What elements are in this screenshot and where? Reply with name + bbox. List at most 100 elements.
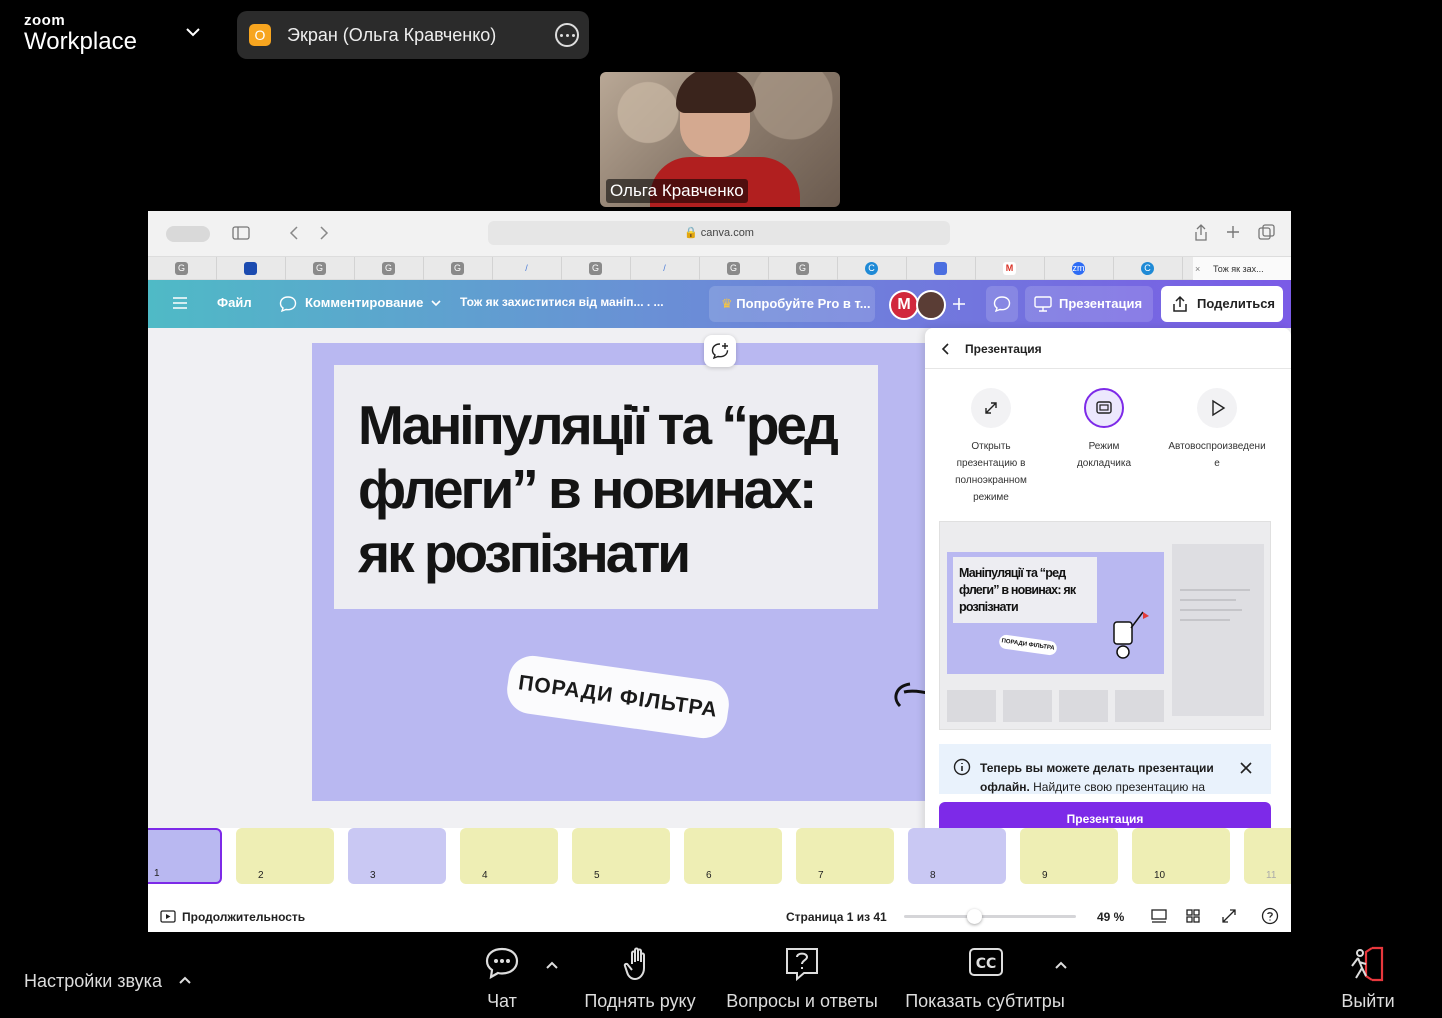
slide-thumbnail[interactable]: 6 <box>684 828 782 884</box>
qa-button[interactable]: Вопросы и ответы <box>720 933 884 1018</box>
file-menu[interactable]: Файл <box>217 295 252 310</box>
comment-add-icon <box>711 343 729 360</box>
browser-tab[interactable]: G <box>424 257 493 281</box>
slide-thumbnail[interactable]: 1 <box>148 828 222 884</box>
add-collaborator-icon[interactable] <box>952 297 966 311</box>
browser-tab[interactable]: M <box>976 257 1045 281</box>
show-captions-label: Показать субтитры <box>905 991 1065 1011</box>
screen-share-indicator[interactable]: O Экран (Ольга Кравченко) <box>237 11 589 59</box>
browser-tab[interactable]: zm <box>1045 257 1114 281</box>
browser-tab[interactable]: / <box>631 257 700 281</box>
fullscreen-icon[interactable] <box>1222 909 1236 923</box>
chevron-up-icon[interactable] <box>545 960 559 970</box>
chevron-up-icon[interactable] <box>1054 960 1068 970</box>
qa-label: Вопросы и ответы <box>726 991 878 1011</box>
slide-thumbnail[interactable]: 2 <box>236 828 334 884</box>
browser-tab[interactable]: C <box>1114 257 1183 281</box>
chevron-up-icon[interactable] <box>178 975 192 985</box>
current-slide[interactable]: Маніпуляції та “ред флеги” в новинах: як… <box>312 343 932 801</box>
chevron-down-icon[interactable] <box>430 298 442 308</box>
participant-video[interactable]: Ольга Кравченко <box>600 72 840 207</box>
audio-settings-button[interactable]: Настройки звука <box>24 971 162 992</box>
slide-thumbnail[interactable]: 8 <box>908 828 1006 884</box>
preview-slide: Маніпуляції та “ред флеги” в новинах: як… <box>947 552 1164 674</box>
browser-tab[interactable] <box>907 257 976 281</box>
browser-tab[interactable]: G <box>286 257 355 281</box>
leave-button[interactable]: Выйти <box>1332 933 1404 1018</box>
new-tab-icon[interactable] <box>1226 225 1240 239</box>
play-icon <box>1197 388 1237 428</box>
slide-title-box[interactable]: Маніпуляції та “ред флеги” в новинах: як… <box>334 365 878 609</box>
upload-share-icon <box>1173 295 1187 312</box>
browser-tab[interactable]: G <box>355 257 424 281</box>
slide-sticker[interactable]: ПОРАДИ ФІЛЬТРА <box>504 652 732 742</box>
document-title[interactable]: Тож як захиститися від маніп... . ... <box>460 295 664 309</box>
browser-tab[interactable]: C <box>838 257 907 281</box>
tab-overview-icon[interactable] <box>1258 224 1275 240</box>
presenter-mode-option[interactable]: Режим докладчика <box>1049 388 1159 472</box>
collaborator-avatar[interactable] <box>916 290 946 320</box>
back-arrow-icon[interactable] <box>941 343 951 355</box>
browser-tab[interactable]: G <box>700 257 769 281</box>
grid-view-icon[interactable] <box>1186 909 1200 923</box>
info-icon <box>953 758 971 776</box>
more-options-icon[interactable] <box>555 23 579 47</box>
divider <box>925 368 1291 369</box>
active-browser-tab[interactable]: × Тож як зах... <box>1193 257 1291 281</box>
notes-view-icon[interactable] <box>1151 909 1167 923</box>
sharer-badge: O <box>249 24 271 46</box>
editor-footer: Продолжительность Страница 1 из 41 49 % <box>148 901 1291 932</box>
presenter-preview: Маніпуляції та “ред флеги” в новинах: як… <box>939 521 1271 730</box>
comments-button[interactable] <box>986 286 1018 322</box>
exit-icon <box>1351 946 1384 982</box>
forward-icon[interactable] <box>318 225 330 241</box>
sidebar-icon[interactable] <box>232 225 250 241</box>
slide-thumbnail[interactable]: 3 <box>348 828 446 884</box>
svg-text:CC: CC <box>976 956 997 972</box>
add-comment-button[interactable] <box>704 335 736 367</box>
chevron-down-icon[interactable] <box>185 24 201 40</box>
presentation-icon <box>1034 296 1052 312</box>
share-icon[interactable] <box>1194 224 1208 242</box>
commenting-mode[interactable]: Комментирование <box>305 295 423 310</box>
slide-thumbnail[interactable]: 9 <box>1020 828 1118 884</box>
browser-tab[interactable]: G <box>769 257 838 281</box>
slide-thumbnail[interactable]: 10 <box>1132 828 1230 884</box>
address-bar[interactable]: 🔒 canva.com <box>488 221 950 245</box>
slide-thumbnail[interactable]: 7 <box>796 828 894 884</box>
raise-hand-button[interactable]: Поднять руку <box>580 933 700 1018</box>
menu-icon[interactable] <box>172 296 188 310</box>
slide-thumbnail[interactable]: 11 <box>1244 828 1291 884</box>
share-label: Поделиться <box>1197 296 1276 311</box>
zoom-logo-workplace: Workplace <box>24 28 137 55</box>
help-icon[interactable] <box>1261 907 1279 925</box>
zoom-logo-small: zoom <box>24 12 66 29</box>
slide-thumbnail[interactable]: 5 <box>572 828 670 884</box>
chat-button[interactable]: Чат <box>472 933 532 1018</box>
browser-tab[interactable]: / <box>493 257 562 281</box>
slide-thumbnail[interactable]: 4 <box>460 828 558 884</box>
note-line <box>1180 589 1250 591</box>
browser-tab[interactable]: G <box>148 257 217 281</box>
zoom-level[interactable]: 49 % <box>1097 910 1124 924</box>
leave-label: Выйти <box>1341 991 1395 1011</box>
browser-tab[interactable] <box>217 257 286 281</box>
browser-tab[interactable]: G <box>562 257 631 281</box>
show-captions-button[interactable]: CC Показать субтитры <box>900 933 1070 1018</box>
share-button[interactable]: Поделиться <box>1161 286 1283 322</box>
back-icon[interactable] <box>288 225 300 241</box>
try-pro-button[interactable]: ♛ Попробуйте Pro в т... <box>709 286 875 322</box>
sidebar-toggle-icon[interactable] <box>166 226 210 242</box>
close-icon[interactable] <box>1239 761 1253 775</box>
preview-thumb <box>947 690 996 722</box>
autoplay-option[interactable]: Автовоспроизведение <box>1162 388 1272 472</box>
user-avatar[interactable]: M <box>889 290 919 320</box>
zoom-slider[interactable] <box>904 909 1076 924</box>
fullscreen-option[interactable]: Открыть презентацию в полноэкранном режи… <box>936 388 1046 506</box>
close-tab-icon[interactable]: × <box>1195 257 1200 281</box>
preview-sticker: ПОРАДИ ФІЛЬТРА <box>998 634 1058 656</box>
present-button[interactable]: Презентация <box>1025 286 1153 322</box>
duration-button[interactable]: Продолжительность <box>182 910 305 924</box>
note-line <box>1180 609 1242 611</box>
zoom-slider-handle[interactable] <box>967 909 982 924</box>
